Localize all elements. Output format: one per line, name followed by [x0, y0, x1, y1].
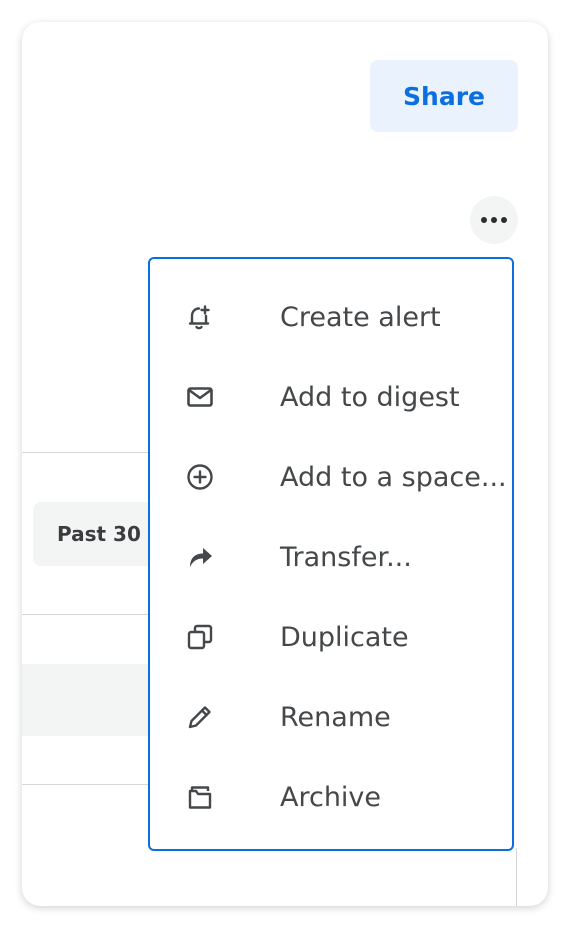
share-button[interactable]: Share — [370, 60, 518, 132]
menu-item-label: Add to digest — [280, 381, 460, 413]
menu-item-archive[interactable]: Archive — [150, 757, 512, 837]
plus-circle-icon — [184, 461, 216, 493]
menu-item-label: Transfer... — [280, 541, 412, 573]
envelope-icon — [184, 381, 216, 413]
divider — [22, 784, 162, 785]
divider — [22, 614, 162, 615]
more-options-button[interactable] — [470, 196, 518, 244]
menu-item-label: Create alert — [280, 301, 441, 333]
menu-item-label: Rename — [280, 701, 391, 733]
menu-item-add-to-space[interactable]: Add to a space... — [150, 437, 512, 517]
menu-item-transfer[interactable]: Transfer... — [150, 517, 512, 597]
menu-item-create-alert[interactable]: Create alert — [150, 277, 512, 357]
pencil-icon — [184, 701, 216, 733]
divider — [516, 848, 517, 906]
menu-item-rename[interactable]: Rename — [150, 677, 512, 757]
divider — [22, 452, 162, 453]
menu-item-duplicate[interactable]: Duplicate — [150, 597, 512, 677]
bell-plus-icon — [184, 301, 216, 333]
menu-item-label: Duplicate — [280, 621, 409, 653]
archive-box-icon — [184, 781, 216, 813]
menu-item-add-to-digest[interactable]: Add to digest — [150, 357, 512, 437]
duplicate-icon — [184, 621, 216, 653]
more-options-menu: Create alert Add to digest Add to a spac… — [148, 257, 514, 851]
ellipsis-icon — [481, 217, 507, 223]
menu-item-label: Archive — [280, 781, 382, 813]
share-arrow-icon — [184, 541, 216, 573]
menu-item-label: Add to a space... — [280, 461, 507, 493]
dashboard-card: Share Past 30 Create alert Add to digest… — [22, 22, 548, 906]
